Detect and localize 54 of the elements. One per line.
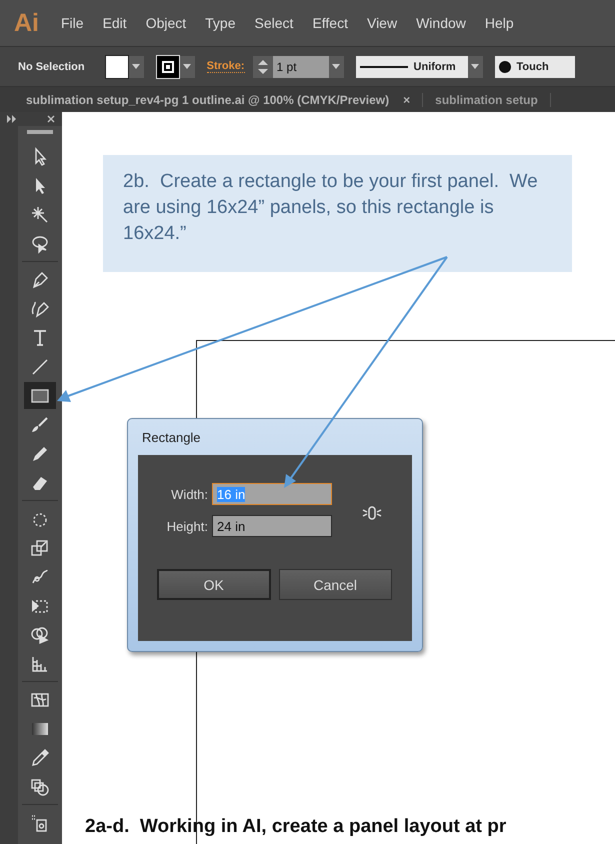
dropdown-button[interactable] — [328, 56, 344, 78]
stroke-profile-dropdown[interactable]: Uniform — [356, 56, 468, 78]
caret-icon — [183, 64, 192, 69]
annotation-callout: 2b. Create a rectangle to be your first panel. We are using 16x24” panels, so this rectangle is 16x24.” — [103, 155, 572, 272]
caret-icon — [332, 64, 340, 69]
menu-item[interactable]: View — [366, 15, 398, 31]
menu-item[interactable]: Window — [416, 15, 466, 31]
field-label: Height: — [166, 518, 208, 534]
menu-item[interactable]: Edit — [102, 15, 127, 31]
menu-item[interactable]: Effect — [312, 15, 348, 31]
document-tab[interactable]: sublimation setup_rev4-pg 1 outline.ai @ 100% (CMYK/Preview) — [26, 92, 390, 106]
document-tab[interactable]: sublimation setup — [435, 92, 538, 106]
dialog-title: Rectangle — [142, 430, 202, 445]
pen-icon — [30, 270, 50, 290]
stroke-weight-field[interactable]: 1 pt — [272, 56, 329, 78]
menu-item[interactable]: Select — [254, 15, 294, 31]
dialog-button[interactable]: OK — [157, 569, 271, 600]
chain-link-icon[interactable] — [362, 505, 382, 521]
dot-icon — [498, 60, 511, 72]
spinner-button[interactable] — [252, 56, 273, 78]
dialog-button[interactable]: Cancel — [278, 569, 392, 600]
input-field[interactable]: 16 in — [212, 483, 332, 505]
caret-icon — [132, 64, 140, 69]
shape-builder-icon — [30, 624, 50, 644]
blend-icon — [30, 776, 50, 796]
menu-item[interactable]: Type — [205, 15, 236, 31]
caret-icon — [471, 64, 480, 69]
stroke-swatch[interactable] — [156, 54, 180, 78]
fill-swatch[interactable] — [104, 54, 129, 78]
dropdown-button[interactable] — [180, 56, 195, 78]
dropdown-button[interactable] — [468, 56, 483, 78]
menu-item[interactable]: Object — [146, 15, 186, 31]
field-label: Width: — [171, 486, 208, 502]
magic-wand-icon — [30, 204, 50, 224]
eyedropper-icon — [30, 748, 50, 768]
scale-icon — [30, 538, 50, 558]
dropdown-button[interactable] — [128, 56, 144, 78]
line-icon — [360, 64, 408, 68]
close-icon[interactable] — [47, 115, 55, 123]
brush-icon — [30, 414, 50, 434]
lasso-icon — [30, 234, 50, 254]
double-chevron-icon — [7, 115, 17, 123]
menu-item[interactable]: Help — [484, 15, 514, 31]
app-logo: Ai — [14, 8, 39, 38]
menu-item[interactable]: File — [61, 15, 84, 31]
grip-icon[interactable] — [27, 130, 53, 134]
tool-button[interactable] — [24, 382, 56, 409]
stroke-square-icon — [162, 60, 174, 72]
brush-dropdown[interactable]: Touch — [494, 56, 575, 78]
input-field[interactable]: 24 in — [212, 515, 332, 537]
stroke-label[interactable]: Stroke: — [206, 60, 245, 73]
selection-status: No Selection — [18, 60, 85, 72]
line-icon — [30, 356, 50, 376]
close-button[interactable]: × — [403, 92, 410, 106]
